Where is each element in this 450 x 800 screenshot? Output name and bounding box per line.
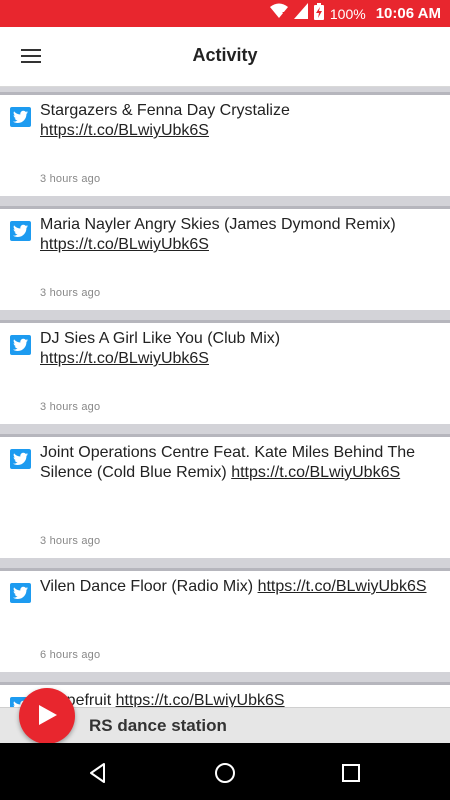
- twitter-icon: [10, 449, 31, 469]
- tweet-link[interactable]: https://t.co/BLwiyUbk6S: [116, 692, 285, 707]
- back-icon[interactable]: [86, 761, 110, 785]
- timestamp: 6 hours ago: [40, 649, 101, 661]
- tweet-link[interactable]: https://t.co/BLwiyUbk6S: [231, 464, 400, 481]
- timestamp: 3 hours ago: [40, 173, 101, 185]
- tweet-text: Vilen Dance Floor (Radio Mix) https://t.…: [40, 578, 427, 595]
- twitter-icon: [10, 583, 31, 603]
- tweet-text: Maria Nayler Angry Skies (James Dymond R…: [40, 216, 396, 253]
- list-item[interactable]: DJ Sies A Girl Like You (Club Mix) https…: [0, 320, 450, 424]
- app-bar: Activity: [0, 27, 450, 87]
- status-bar: x 100% 10:06 AM: [0, 0, 450, 27]
- tweet-link[interactable]: https://t.co/BLwiyUbk6S: [40, 122, 209, 139]
- tweet-text: Joint Operations Centre Feat. Kate Miles…: [40, 444, 416, 481]
- wifi-icon: x: [269, 3, 288, 24]
- twitter-icon: [10, 221, 31, 241]
- activity-feed[interactable]: Stargazers & Fenna Day Crystalize https:…: [0, 87, 450, 707]
- station-name: RS dance station: [89, 716, 227, 735]
- battery-percent: 100%: [329, 5, 366, 22]
- list-item[interactable]: Joint Operations Centre Feat. Kate Miles…: [0, 434, 450, 558]
- list-item[interactable]: Stargazers & Fenna Day Crystalize https:…: [0, 92, 450, 196]
- tweet-link[interactable]: https://t.co/BLwiyUbk6S: [40, 350, 209, 367]
- list-item[interactable]: Maria Nayler Angry Skies (James Dymond R…: [0, 206, 450, 310]
- list-item[interactable]: Vilen Dance Floor (Radio Mix) https://t.…: [0, 568, 450, 672]
- tweet-link[interactable]: https://t.co/BLwiyUbk6S: [258, 578, 427, 595]
- play-icon: [39, 705, 57, 725]
- recents-icon[interactable]: [339, 761, 363, 785]
- battery-charging-icon: [313, 2, 324, 25]
- twitter-icon: [10, 107, 31, 127]
- timestamp: 3 hours ago: [40, 287, 101, 299]
- signal-icon: [293, 3, 308, 24]
- clock: 10:06 AM: [375, 5, 441, 22]
- svg-text:x: x: [282, 10, 288, 19]
- timestamp: 3 hours ago: [40, 535, 101, 547]
- tweet-text: Stargazers & Fenna Day Crystalize https:…: [40, 102, 290, 139]
- play-button[interactable]: [19, 688, 75, 744]
- twitter-icon: [10, 335, 31, 355]
- timestamp: 3 hours ago: [40, 401, 101, 413]
- home-icon[interactable]: [213, 761, 237, 785]
- tweet-text: Grapefruit https://t.co/BLwiyUbk6S: [40, 692, 285, 707]
- tweet-link[interactable]: https://t.co/BLwiyUbk6S: [40, 236, 209, 253]
- tweet-text: DJ Sies A Girl Like You (Club Mix) https…: [40, 330, 281, 367]
- page-title: Activity: [192, 45, 258, 65]
- navigation-bar: [0, 743, 450, 800]
